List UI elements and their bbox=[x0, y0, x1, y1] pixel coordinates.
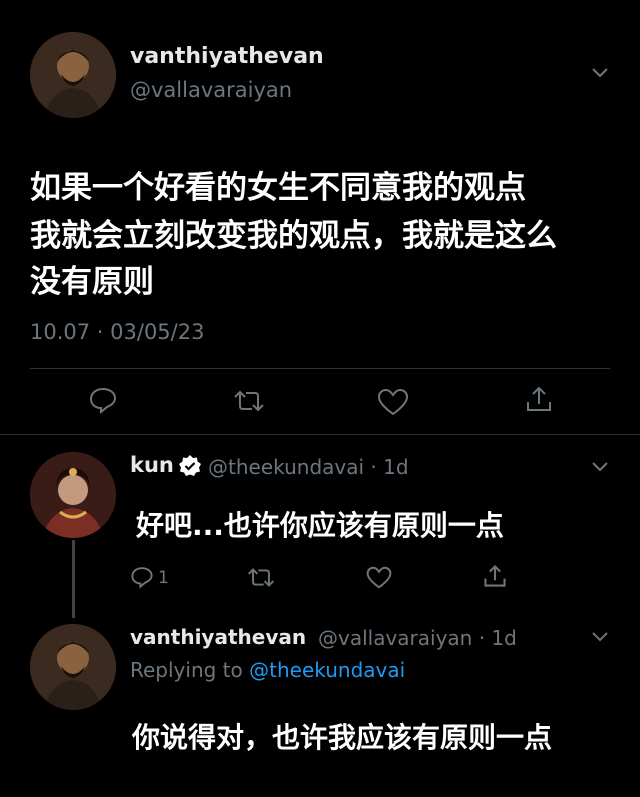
handle-meta[interactable]: @theekundavai · 1d bbox=[208, 455, 409, 479]
tweet-text-line-1: 如果一个好看的女生不同意我的观点 bbox=[30, 170, 526, 206]
replying-handle-link[interactable]: @theekundavai bbox=[249, 658, 405, 682]
retweet-icon[interactable] bbox=[246, 566, 276, 589]
share-icon[interactable] bbox=[524, 384, 554, 414]
display-name[interactable]: vanthiyathevan bbox=[130, 44, 324, 69]
replying-prefix: Replying to bbox=[130, 658, 250, 682]
chevron-down-icon[interactable] bbox=[590, 460, 610, 474]
tweet-text-line-3: 没有原则 bbox=[30, 264, 154, 300]
divider bbox=[0, 434, 640, 435]
reply-count: 1 bbox=[158, 568, 169, 588]
reply-text: 好吧...也许你应该有原则一点 bbox=[136, 509, 504, 542]
handle-meta[interactable]: @vallavaraiyan · 1d bbox=[318, 626, 517, 650]
divider bbox=[30, 368, 610, 369]
display-name[interactable]: kun bbox=[130, 453, 174, 477]
thread-line bbox=[72, 540, 75, 618]
handle[interactable]: @vallavaraiyan bbox=[130, 78, 292, 102]
reply-icon[interactable] bbox=[130, 565, 154, 589]
chevron-down-icon[interactable] bbox=[590, 630, 610, 644]
reply-icon[interactable] bbox=[88, 386, 118, 414]
share-icon[interactable] bbox=[482, 563, 508, 589]
like-icon[interactable] bbox=[366, 566, 392, 589]
retweet-icon[interactable] bbox=[232, 388, 266, 414]
display-name[interactable]: vanthiyathevan bbox=[130, 625, 306, 649]
avatar-vanthiyathevan[interactable] bbox=[30, 624, 116, 710]
tweet-timestamp[interactable]: 10.07 · 03/05/23 bbox=[30, 320, 204, 344]
reply-text: 你说得对，也许我应该有原则一点 bbox=[132, 721, 553, 754]
replying-to: Replying to @theekundavai bbox=[130, 658, 405, 682]
chevron-down-icon[interactable] bbox=[590, 66, 610, 80]
avatar-kun[interactable] bbox=[30, 452, 116, 538]
tweet-text-line-2: 我就会立刻改变我的观点，我就是这么 bbox=[30, 218, 557, 254]
avatar-vanthiyathevan[interactable] bbox=[30, 32, 116, 118]
like-icon[interactable] bbox=[377, 388, 409, 416]
verified-icon bbox=[178, 454, 202, 478]
